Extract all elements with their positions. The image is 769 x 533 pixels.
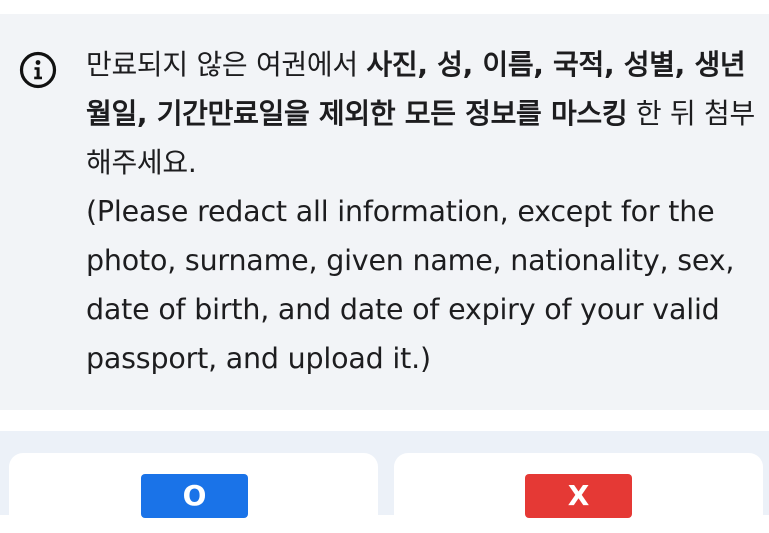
o-button[interactable]: O — [141, 474, 248, 518]
notice-english: (Please redact all information, except f… — [86, 195, 735, 375]
top-spacer — [0, 0, 769, 14]
notice-text: 만료되지 않은 여권에서 사진, 성, 이름, 국적, 성별, 생년월일, 기간… — [86, 40, 762, 383]
x-button[interactable]: X — [525, 474, 632, 518]
info-circle-icon — [19, 51, 57, 89]
notice-korean-regular-1: 만료되지 않은 여권에서 — [86, 48, 367, 81]
notice-korean: 만료되지 않은 여권에서 사진, 성, 이름, 국적, 성별, 생년월일, 기간… — [86, 40, 762, 187]
